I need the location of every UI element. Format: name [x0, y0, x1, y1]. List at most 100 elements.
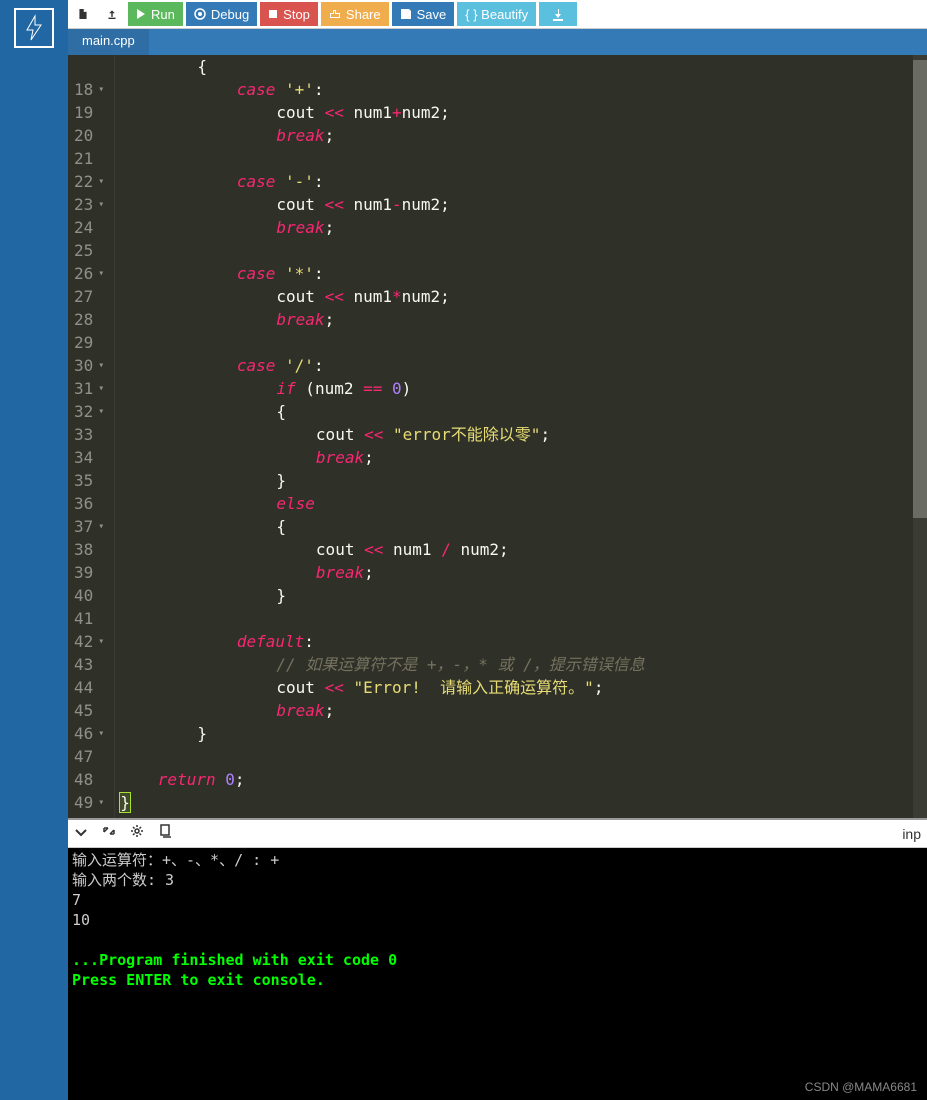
- code-editor[interactable]: 18▾19202122▾23▾242526▾27282930▾31▾32▾33 3…: [68, 55, 927, 818]
- code-line[interactable]: }: [119, 791, 927, 814]
- code-line[interactable]: case '-':: [119, 170, 927, 193]
- line-gutter: 18▾19202122▾23▾242526▾27282930▾31▾32▾33 3…: [68, 55, 115, 818]
- gutter-line: 18▾: [74, 78, 104, 101]
- code-line[interactable]: if (num2 == 0): [119, 377, 927, 400]
- code-line[interactable]: else: [119, 492, 927, 515]
- gutter-line: 31▾: [74, 377, 104, 400]
- code-line[interactable]: // 如果运算符不是 +，-，* 或 /，提示错误信息: [119, 653, 927, 676]
- watermark: CSDN @MAMA6681: [805, 1080, 917, 1094]
- code-line[interactable]: }: [119, 584, 927, 607]
- debug-icon: [194, 8, 206, 20]
- code-line[interactable]: cout << num1+num2;: [119, 101, 927, 124]
- code-line[interactable]: break;: [119, 308, 927, 331]
- gutter-line: 19: [74, 101, 104, 124]
- run-button[interactable]: Run: [128, 2, 183, 26]
- code-line[interactable]: break;: [119, 124, 927, 147]
- gutter-line: 27: [74, 285, 104, 308]
- copy-icon[interactable]: [158, 824, 172, 843]
- save-button[interactable]: Save: [392, 2, 455, 26]
- code-line[interactable]: cout << "Error! 请输入正确运算符。";: [119, 676, 927, 699]
- gutter-line: 42▾: [74, 630, 104, 653]
- gutter-line: 40: [74, 584, 104, 607]
- share-icon: [329, 8, 341, 20]
- code-line[interactable]: [119, 331, 927, 354]
- code-content[interactable]: { case '+': cout << num1+num2; break; ca…: [115, 55, 927, 818]
- code-line[interactable]: break;: [119, 446, 927, 469]
- download-icon: [551, 7, 565, 21]
- new-file-button[interactable]: [70, 2, 96, 26]
- debug-button[interactable]: Debug: [186, 2, 257, 26]
- beautify-label: { } Beautify: [465, 7, 528, 22]
- save-label: Save: [417, 7, 447, 22]
- code-line[interactable]: case '/':: [119, 354, 927, 377]
- gutter-line: 38: [74, 538, 104, 561]
- gutter-line: 49▾: [74, 791, 104, 814]
- code-line[interactable]: case '*':: [119, 262, 927, 285]
- code-line[interactable]: cout << num1 / num2;: [119, 538, 927, 561]
- gutter-line: 25: [74, 239, 104, 262]
- gutter-line: 36: [74, 492, 104, 515]
- chevron-down-icon[interactable]: [74, 825, 88, 843]
- code-line[interactable]: cout << num1-num2;: [119, 193, 927, 216]
- gutter-line: 23▾: [74, 193, 104, 216]
- code-line[interactable]: [119, 607, 927, 630]
- gutter-line: 32▾: [74, 400, 104, 423]
- lightning-icon: [24, 14, 44, 42]
- gutter-line: 28: [74, 308, 104, 331]
- code-line[interactable]: break;: [119, 699, 927, 722]
- code-line[interactable]: }: [119, 469, 927, 492]
- gutter-line: 21: [74, 147, 104, 170]
- code-line[interactable]: [119, 239, 927, 262]
- stop-label: Stop: [283, 7, 310, 22]
- code-line[interactable]: case '+':: [119, 78, 927, 101]
- code-line[interactable]: return 0;: [119, 768, 927, 791]
- gutter-line: 35: [74, 469, 104, 492]
- share-label: Share: [346, 7, 381, 22]
- gutter-line: 44: [74, 676, 104, 699]
- beautify-button[interactable]: { } Beautify: [457, 2, 536, 26]
- console-output[interactable]: 输入运算符：+、-、*、/ : + 输入两个数: 3 7 10 ...Progr…: [68, 848, 927, 1100]
- code-line[interactable]: {: [119, 400, 927, 423]
- run-label: Run: [151, 7, 175, 22]
- scrollbar-thumb[interactable]: [913, 60, 927, 518]
- play-icon: [136, 8, 146, 20]
- tab-main-cpp[interactable]: main.cpp: [68, 29, 149, 55]
- code-line[interactable]: cout << num1*num2;: [119, 285, 927, 308]
- gutter-line: 20: [74, 124, 104, 147]
- gear-icon[interactable]: [130, 824, 144, 843]
- code-line[interactable]: default:: [119, 630, 927, 653]
- file-icon: [78, 6, 88, 22]
- stop-icon: [268, 9, 278, 19]
- gutter-line: 22▾: [74, 170, 104, 193]
- editor-scrollbar[interactable]: [913, 55, 927, 818]
- expand-icon[interactable]: [102, 824, 116, 843]
- code-line[interactable]: break;: [119, 561, 927, 584]
- sidebar: [0, 0, 68, 1100]
- upload-icon: [107, 7, 117, 21]
- tab-bar: main.cpp: [68, 29, 927, 55]
- code-line[interactable]: cout << "error不能除以零";: [119, 423, 927, 446]
- code-line[interactable]: [119, 745, 927, 768]
- gutter-line: 30▾: [74, 354, 104, 377]
- gutter-line: 47: [74, 745, 104, 768]
- debug-label: Debug: [211, 7, 249, 22]
- share-button[interactable]: Share: [321, 2, 389, 26]
- gutter-line: 29: [74, 331, 104, 354]
- upload-button[interactable]: [99, 2, 125, 26]
- save-icon: [400, 8, 412, 20]
- code-line[interactable]: }: [119, 722, 927, 745]
- gutter-line: 26▾: [74, 262, 104, 285]
- gutter-line: 48: [74, 768, 104, 791]
- gutter-line: 39: [74, 561, 104, 584]
- gutter-line: 24: [74, 216, 104, 239]
- download-button[interactable]: [539, 2, 577, 26]
- stop-button[interactable]: Stop: [260, 2, 318, 26]
- gutter-line: 33: [74, 423, 104, 446]
- gutter-line: 37▾: [74, 515, 104, 538]
- code-line[interactable]: {: [119, 515, 927, 538]
- code-line[interactable]: break;: [119, 216, 927, 239]
- code-line[interactable]: [119, 147, 927, 170]
- tab-label: main.cpp: [82, 33, 135, 48]
- app-logo: [14, 8, 54, 48]
- gutter-line: 46▾: [74, 722, 104, 745]
